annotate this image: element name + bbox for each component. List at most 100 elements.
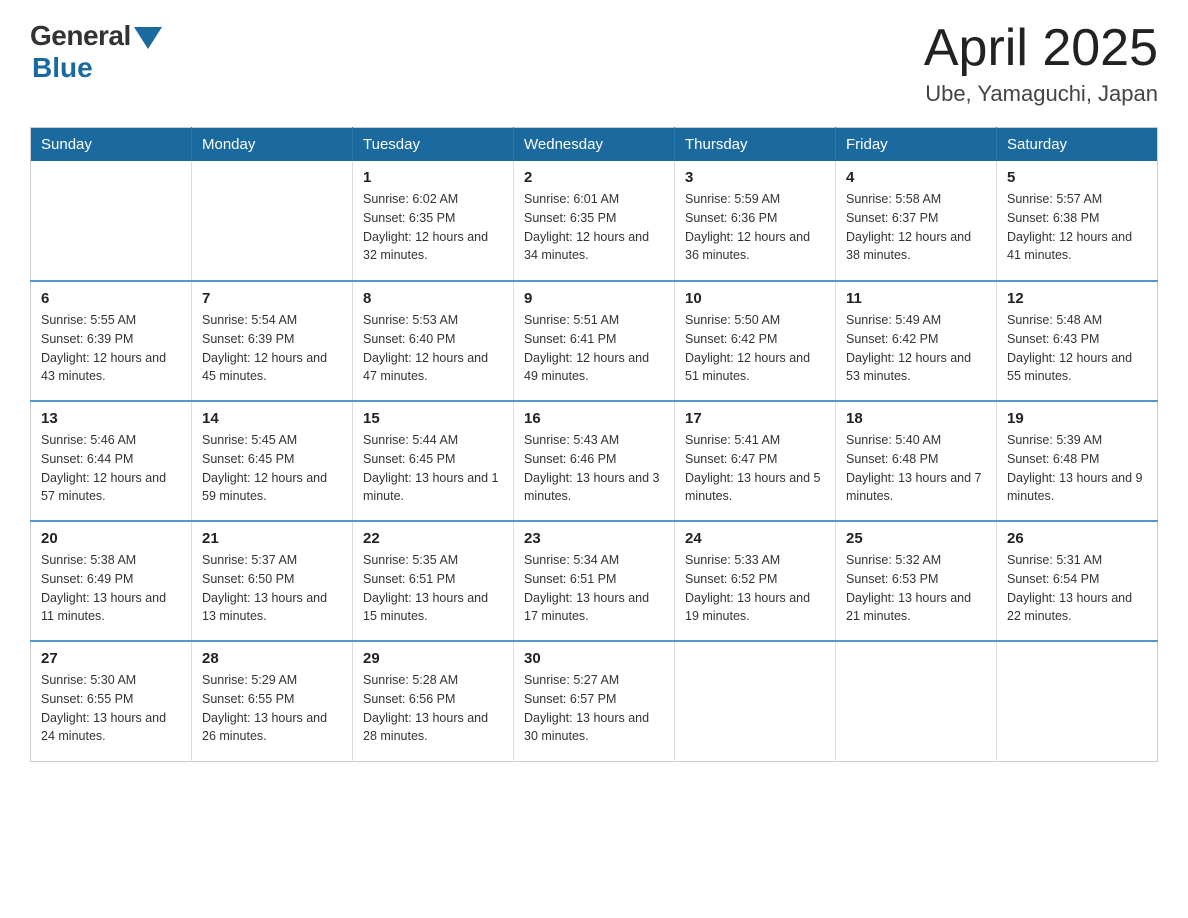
day-info: Sunrise: 5:53 AMSunset: 6:40 PMDaylight:… <box>363 311 503 386</box>
day-number: 23 <box>524 530 664 547</box>
calendar-cell: 30 Sunrise: 5:27 AMSunset: 6:57 PMDayligh… <box>514 641 675 761</box>
calendar-cell: 1Sunrise: 6:02 AMSunset: 6:35 PMDaylight… <box>353 161 514 281</box>
calendar-cell <box>997 641 1158 761</box>
day-info: Sunrise: 5:34 AMSunset: 6:51 PMDaylight:… <box>524 551 664 626</box>
day-info: Sunrise: 5:48 AMSunset: 6:43 PMDaylight:… <box>1007 311 1147 386</box>
day-info: Sunrise: 5:32 AMSunset: 6:53 PMDaylight:… <box>846 551 986 626</box>
calendar-cell: 2 Sunrise: 6:01 AMSunset: 6:35 PMDaylight… <box>514 161 675 281</box>
day-info: Sunrise: 5:41 AMSunset: 6:47 PMDaylight:… <box>685 431 825 506</box>
day-number: 29 <box>363 650 503 667</box>
day-number: 27 <box>41 650 181 667</box>
calendar-cell: 26 Sunrise: 5:31 AMSunset: 6:54 PMDayligh… <box>997 521 1158 641</box>
day-number: 21 <box>202 530 342 547</box>
day-info: Sunrise: 5:59 AMSunset: 6:36 PMDaylight:… <box>685 190 825 265</box>
weekday-header-saturday: Saturday <box>997 128 1158 162</box>
calendar-cell <box>675 641 836 761</box>
calendar-cell: 19 Sunrise: 5:39 AMSunset: 6:48 PMDayligh… <box>997 401 1158 521</box>
day-info: Sunrise: 5:46 AMSunset: 6:44 PMDaylight:… <box>41 431 181 506</box>
calendar-cell: 28Sunrise: 5:29 AMSunset: 6:55 PMDayligh… <box>192 641 353 761</box>
calendar-cell: 13 Sunrise: 5:46 AMSunset: 6:44 PMDayligh… <box>31 401 192 521</box>
calendar-cell: 27 Sunrise: 5:30 AMSunset: 6:55 PMDayligh… <box>31 641 192 761</box>
day-number: 8 <box>363 290 503 307</box>
day-number: 30 <box>524 650 664 667</box>
title-section: April 2025 Ube, Yamaguchi, Japan <box>924 20 1158 107</box>
day-number: 9 <box>524 290 664 307</box>
calendar-cell: 23 Sunrise: 5:34 AMSunset: 6:51 PMDayligh… <box>514 521 675 641</box>
calendar-cell <box>192 161 353 281</box>
day-number: 18 <box>846 410 986 427</box>
day-info: Sunrise: 5:57 AMSunset: 6:38 PMDaylight:… <box>1007 190 1147 265</box>
calendar-week-row: 13 Sunrise: 5:46 AMSunset: 6:44 PMDayligh… <box>31 401 1158 521</box>
weekday-header-friday: Friday <box>836 128 997 162</box>
weekday-header-tuesday: Tuesday <box>353 128 514 162</box>
calendar-cell: 3Sunrise: 5:59 AMSunset: 6:36 PMDaylight… <box>675 161 836 281</box>
calendar-cell: 11 Sunrise: 5:49 AMSunset: 6:42 PMDayligh… <box>836 281 997 401</box>
calendar-week-row: 1Sunrise: 6:02 AMSunset: 6:35 PMDaylight… <box>31 161 1158 281</box>
day-number: 12 <box>1007 290 1147 307</box>
day-number: 17 <box>685 410 825 427</box>
day-info: Sunrise: 5:33 AMSunset: 6:52 PMDaylight:… <box>685 551 825 626</box>
day-number: 6 <box>41 290 181 307</box>
day-info: Sunrise: 5:54 AMSunset: 6:39 PMDaylight:… <box>202 311 342 386</box>
day-number: 16 <box>524 410 664 427</box>
day-number: 5 <box>1007 169 1147 186</box>
location-title: Ube, Yamaguchi, Japan <box>924 81 1158 107</box>
calendar-cell: 18 Sunrise: 5:40 AMSunset: 6:48 PMDayligh… <box>836 401 997 521</box>
day-info: Sunrise: 5:44 AMSunset: 6:45 PMDaylight:… <box>363 431 503 506</box>
logo-general-text: General <box>30 20 131 52</box>
calendar-cell: 12 Sunrise: 5:48 AMSunset: 6:43 PMDayligh… <box>997 281 1158 401</box>
calendar-cell: 15 Sunrise: 5:44 AMSunset: 6:45 PMDayligh… <box>353 401 514 521</box>
weekday-header-monday: Monday <box>192 128 353 162</box>
calendar-cell: 8 Sunrise: 5:53 AMSunset: 6:40 PMDaylight… <box>353 281 514 401</box>
day-info: Sunrise: 5:31 AMSunset: 6:54 PMDaylight:… <box>1007 551 1147 626</box>
calendar-cell: 21 Sunrise: 5:37 AMSunset: 6:50 PMDayligh… <box>192 521 353 641</box>
day-number: 4 <box>846 169 986 186</box>
weekday-header-sunday: Sunday <box>31 128 192 162</box>
day-number: 1 <box>363 169 503 186</box>
calendar-cell: 9 Sunrise: 5:51 AMSunset: 6:41 PMDaylight… <box>514 281 675 401</box>
day-info: Sunrise: 5:45 AMSunset: 6:45 PMDaylight:… <box>202 431 342 506</box>
day-number: 2 <box>524 169 664 186</box>
day-number: 20 <box>41 530 181 547</box>
weekday-header-thursday: Thursday <box>675 128 836 162</box>
calendar-cell: 29 Sunrise: 5:28 AMSunset: 6:56 PMDayligh… <box>353 641 514 761</box>
day-number: 24 <box>685 530 825 547</box>
day-info: Sunrise: 5:49 AMSunset: 6:42 PMDaylight:… <box>846 311 986 386</box>
day-info: Sunrise: 5:50 AMSunset: 6:42 PMDaylight:… <box>685 311 825 386</box>
day-number: 13 <box>41 410 181 427</box>
calendar-table: SundayMondayTuesdayWednesdayThursdayFrid… <box>30 127 1158 762</box>
day-number: 10 <box>685 290 825 307</box>
day-info: Sunrise: 5:30 AMSunset: 6:55 PMDaylight:… <box>41 671 181 746</box>
day-info: Sunrise: 5:37 AMSunset: 6:50 PMDaylight:… <box>202 551 342 626</box>
calendar-cell: 16 Sunrise: 5:43 AMSunset: 6:46 PMDayligh… <box>514 401 675 521</box>
calendar-week-row: 6 Sunrise: 5:55 AMSunset: 6:39 PMDaylight… <box>31 281 1158 401</box>
calendar-cell: 24 Sunrise: 5:33 AMSunset: 6:52 PMDayligh… <box>675 521 836 641</box>
day-info: Sunrise: 5:39 AMSunset: 6:48 PMDaylight:… <box>1007 431 1147 506</box>
day-number: 7 <box>202 290 342 307</box>
day-info: Sunrise: 5:27 AMSunset: 6:57 PMDaylight:… <box>524 671 664 746</box>
day-number: 15 <box>363 410 503 427</box>
day-info: Sunrise: 5:58 AMSunset: 6:37 PMDaylight:… <box>846 190 986 265</box>
calendar-header-row: SundayMondayTuesdayWednesdayThursdayFrid… <box>31 128 1158 162</box>
calendar-cell: 5 Sunrise: 5:57 AMSunset: 6:38 PMDaylight… <box>997 161 1158 281</box>
day-info: Sunrise: 5:28 AMSunset: 6:56 PMDaylight:… <box>363 671 503 746</box>
calendar-week-row: 20 Sunrise: 5:38 AMSunset: 6:49 PMDayligh… <box>31 521 1158 641</box>
day-info: Sunrise: 5:51 AMSunset: 6:41 PMDaylight:… <box>524 311 664 386</box>
day-info: Sunrise: 5:40 AMSunset: 6:48 PMDaylight:… <box>846 431 986 506</box>
calendar-cell: 7 Sunrise: 5:54 AMSunset: 6:39 PMDaylight… <box>192 281 353 401</box>
calendar-cell <box>836 641 997 761</box>
day-number: 19 <box>1007 410 1147 427</box>
calendar-cell: 17 Sunrise: 5:41 AMSunset: 6:47 PMDayligh… <box>675 401 836 521</box>
day-info: Sunrise: 6:01 AMSunset: 6:35 PMDaylight:… <box>524 190 664 265</box>
day-number: 22 <box>363 530 503 547</box>
day-info: Sunrise: 5:43 AMSunset: 6:46 PMDaylight:… <box>524 431 664 506</box>
day-info: Sunrise: 5:38 AMSunset: 6:49 PMDaylight:… <box>41 551 181 626</box>
calendar-cell: 10 Sunrise: 5:50 AMSunset: 6:42 PMDayligh… <box>675 281 836 401</box>
day-info: Sunrise: 5:55 AMSunset: 6:39 PMDaylight:… <box>41 311 181 386</box>
day-number: 25 <box>846 530 986 547</box>
page-header: General Blue April 2025 Ube, Yamaguchi, … <box>30 20 1158 107</box>
day-number: 11 <box>846 290 986 307</box>
day-number: 26 <box>1007 530 1147 547</box>
calendar-cell: 25 Sunrise: 5:32 AMSunset: 6:53 PMDayligh… <box>836 521 997 641</box>
logo-blue-text: Blue <box>32 52 93 84</box>
